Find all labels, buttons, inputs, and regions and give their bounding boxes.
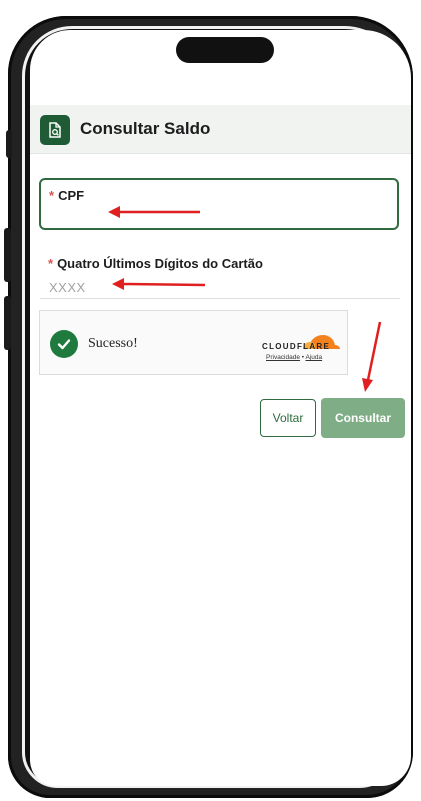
phone-volume-down-button [4, 296, 11, 350]
captcha-widget[interactable]: Sucesso! CLOUDFLARE Privacidade • Ajuda [39, 310, 348, 375]
page-title: Consultar Saldo [80, 119, 211, 138]
captcha-status: Sucesso! [88, 336, 138, 351]
required-mark: * [48, 256, 54, 271]
captcha-links: Privacidade • Ajuda [266, 354, 322, 361]
phone-side-button [6, 130, 12, 158]
cpf-label: * CPF [49, 188, 84, 203]
link-separator: • [301, 354, 305, 361]
back-button[interactable]: Voltar [260, 399, 316, 437]
card-digits-label-text: Quatro Últimos Dígitos do Cartão [57, 256, 263, 271]
success-check-icon [50, 330, 78, 358]
required-mark: * [49, 188, 55, 203]
cpf-field[interactable]: * CPF [39, 178, 399, 230]
phone-notch [176, 37, 274, 63]
help-link[interactable]: Ajuda [306, 354, 323, 361]
card-digits-underline [40, 298, 400, 299]
privacy-link[interactable]: Privacidade [266, 354, 300, 361]
app-header: Consultar Saldo [30, 105, 411, 154]
phone-volume-up-button [4, 228, 11, 282]
cpf-label-text: CPF [58, 188, 85, 203]
submit-button[interactable]: Consultar [321, 398, 405, 438]
cloudflare-logo: CLOUDFLARE [262, 342, 331, 351]
document-search-icon [40, 115, 70, 145]
card-digits-label: * Quatro Últimos Dígitos do Cartão [48, 256, 263, 271]
card-digits-input[interactable] [47, 276, 401, 298]
cpf-input[interactable] [51, 206, 385, 226]
